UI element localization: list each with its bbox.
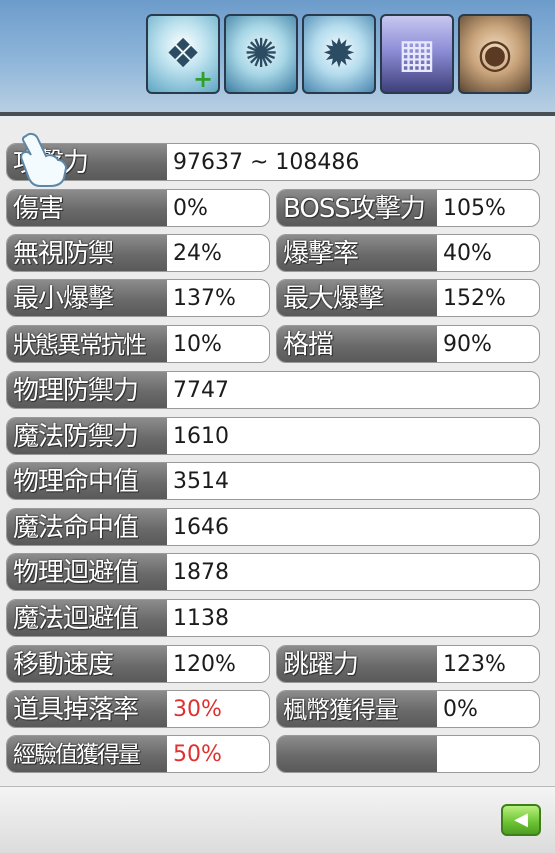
- stat-value: 1138: [173, 606, 229, 631]
- stat-value: 105%: [443, 196, 506, 221]
- stat-value: 3514: [173, 469, 229, 494]
- stat-label: 格擋: [277, 326, 437, 362]
- stat-meso-rate: 楓幣獲得量 0%: [276, 690, 540, 728]
- stat-attack: 攻擊力 97637 ~ 108486: [6, 143, 540, 181]
- gate-icon[interactable]: ▦: [380, 14, 454, 94]
- stat-label: 魔法迴避值: [7, 600, 167, 636]
- stat-min-crit: 最小爆擊 137%: [6, 279, 270, 317]
- stat-label: BOSS攻擊力: [277, 190, 437, 226]
- stat-label: 楓幣獲得量: [277, 691, 437, 727]
- divider: [0, 112, 555, 116]
- stat-label: [277, 736, 437, 772]
- stat-value: 152%: [443, 286, 506, 311]
- mech-wing-plus-icon[interactable]: ❖ +: [146, 14, 220, 94]
- stat-stance: 格擋 90%: [276, 325, 540, 363]
- stat-empty-slot: [276, 735, 540, 773]
- back-arrow-icon[interactable]: ◀: [501, 804, 541, 836]
- stat-label: 移動速度: [7, 646, 167, 682]
- skill-icons: ❖ + ✺ ✹ ▦ ◉: [146, 14, 532, 94]
- stat-jump: 跳躍力 123%: [276, 645, 540, 683]
- stat-value: 1646: [173, 515, 229, 540]
- stat-status-resist: 狀態異常抗性 10%: [6, 325, 270, 363]
- stat-speed: 移動速度 120%: [6, 645, 270, 683]
- stat-label: 魔法命中值: [7, 509, 167, 545]
- stat-value: 120%: [173, 652, 236, 677]
- stat-label: 最小爆擊: [7, 280, 167, 316]
- stat-label: 物理防禦力: [7, 372, 167, 408]
- stat-value: 7747: [173, 378, 229, 403]
- stat-value: 1610: [173, 424, 229, 449]
- hand-cursor-icon: [20, 132, 68, 187]
- stat-ignore-def: 無視防禦 24%: [6, 234, 270, 272]
- stat-drop-rate: 道具掉落率 30%: [6, 690, 270, 728]
- stat-label: 物理迴避值: [7, 554, 167, 590]
- panel-footer: [0, 786, 555, 853]
- stat-label: 道具掉落率: [7, 691, 167, 727]
- stat-value: 1878: [173, 560, 229, 585]
- stat-crit-rate: 爆擊率 40%: [276, 234, 540, 272]
- stat-value: 90%: [443, 332, 492, 357]
- plus-icon: +: [192, 65, 214, 93]
- ice-gear-icon[interactable]: ✺: [224, 14, 298, 94]
- stat-value: 30%: [173, 697, 222, 722]
- stat-phys-acc: 物理命中值 3514: [6, 462, 540, 500]
- stat-value: 40%: [443, 241, 492, 266]
- stat-value: 137%: [173, 286, 236, 311]
- stat-damage: 傷害 0%: [6, 189, 270, 227]
- stat-value: 50%: [173, 742, 222, 767]
- stat-label: 魔法防禦力: [7, 418, 167, 454]
- stat-value: 0%: [173, 196, 208, 221]
- ice-guardian-icon[interactable]: ✹: [302, 14, 376, 94]
- stat-value: 97637 ~ 108486: [173, 150, 360, 175]
- stat-phys-avoid: 物理迴避值 1878: [6, 553, 540, 591]
- stat-label: 傷害: [7, 190, 167, 226]
- stat-label: 狀態異常抗性: [7, 326, 167, 362]
- stat-magic-acc: 魔法命中值 1646: [6, 508, 540, 546]
- stat-exp-rate: 經驗值獲得量 50%: [6, 735, 270, 773]
- stat-value: 123%: [443, 652, 506, 677]
- stat-magic-avoid: 魔法迴避值 1138: [6, 599, 540, 637]
- stat-label: 最大爆擊: [277, 280, 437, 316]
- stat-label: 經驗值獲得量: [7, 736, 167, 772]
- stat-phys-def: 物理防禦力 7747: [6, 371, 540, 409]
- skill-bar: ❖ + ✺ ✹ ▦ ◉: [0, 0, 555, 112]
- stat-value: 10%: [173, 332, 222, 357]
- stat-label: 跳躍力: [277, 646, 437, 682]
- stat-value: 24%: [173, 241, 222, 266]
- stat-label: 物理命中值: [7, 463, 167, 499]
- round-emblem-icon[interactable]: ◉: [458, 14, 532, 94]
- stat-max-crit: 最大爆擊 152%: [276, 279, 540, 317]
- stat-label: 無視防禦: [7, 235, 167, 271]
- stat-label: 爆擊率: [277, 235, 437, 271]
- stat-boss-attack: BOSS攻擊力 105%: [276, 189, 540, 227]
- stat-value: 0%: [443, 697, 478, 722]
- stat-magic-def: 魔法防禦力 1610: [6, 417, 540, 455]
